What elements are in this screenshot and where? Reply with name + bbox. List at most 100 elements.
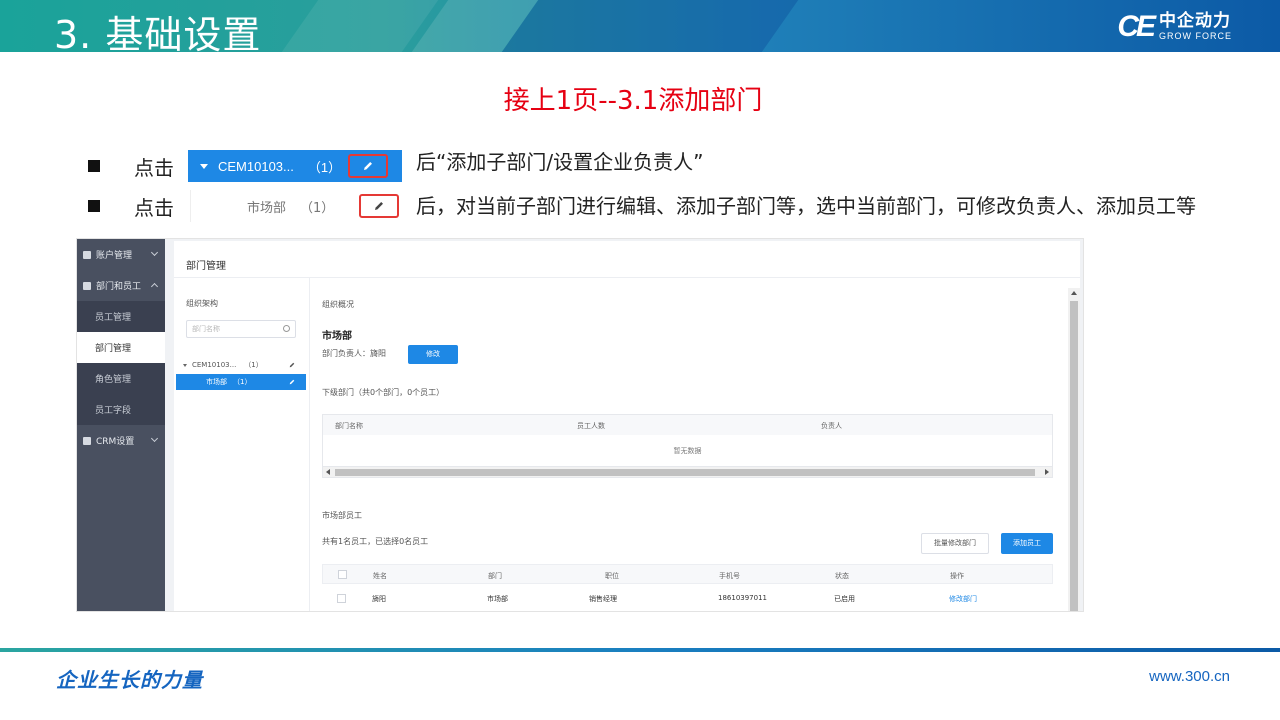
slide: 3. 基础设置 CE 中企动力 GROW FORCE 接上1页--3.1添加部门… xyxy=(0,0,1280,720)
scroll-thumb[interactable] xyxy=(1070,301,1078,611)
sidebar-item-role-management[interactable]: 角色管理 xyxy=(77,363,165,394)
sub-departments-table: 部门名称 员工人数 负责人 暂无数据 xyxy=(322,414,1053,478)
sidebar-item-label: CRM设置 xyxy=(96,437,135,447)
cell-position: 销售经理 xyxy=(589,595,617,603)
edit-head-button[interactable]: 修改 xyxy=(408,345,458,364)
cell-status: 已启用 xyxy=(834,595,855,603)
chevron-down-icon xyxy=(150,248,159,257)
bullet-tail: 后，对当前子部门进行编辑、添加子部门等，选中当前部门，可修改负责人、添加员工等 xyxy=(416,194,1196,218)
bullet-lead: 点击 xyxy=(134,155,174,180)
sidebar-item-accounts[interactable]: 账户管理 xyxy=(77,239,165,270)
snippet-label: 市场部 xyxy=(247,200,287,216)
sidebar-item-departments-staff[interactable]: 部门和员工 xyxy=(77,270,165,301)
footer-rule xyxy=(0,648,1280,652)
snippet-count: （1） xyxy=(307,159,342,175)
header-stripe xyxy=(281,0,439,52)
sidebar-item-crm-settings[interactable]: CRM设置 xyxy=(77,425,165,456)
horizontal-scrollbar[interactable] xyxy=(323,466,1052,477)
caret-down-icon xyxy=(200,163,208,169)
pencil-icon[interactable] xyxy=(288,361,296,369)
snippet-count: （1） xyxy=(300,200,335,216)
main-panel: 部门管理 组织架构 部门名称 CEM10103... （1） 市场部 （1） 组… xyxy=(174,241,1080,611)
search-placeholder: 部门名称 xyxy=(192,325,220,333)
tree-label: 组织架构 xyxy=(186,299,218,308)
column-header: 负责人 xyxy=(821,422,842,430)
column-header: 职位 xyxy=(605,572,619,580)
bullet-item: 点击 xyxy=(88,190,186,222)
bullet-marker xyxy=(88,160,100,172)
column-header: 手机号 xyxy=(719,572,740,580)
sidebar-item-label: 部门管理 xyxy=(95,344,132,354)
sidebar-item-label: 账户管理 xyxy=(96,251,133,261)
select-all-checkbox[interactable] xyxy=(338,570,347,579)
department-detail: 组织概况 市场部 部门负责人：旖阳 修改 下级部门（共0个部门，0个员工） 部门… xyxy=(311,278,1080,611)
column-header: 部门 xyxy=(488,572,502,580)
slide-subtitle: 接上1页--3.1添加部门 xyxy=(503,86,763,116)
logo-cn: 中企动力 xyxy=(1159,11,1231,31)
sidebar-item-staff-fields[interactable]: 员工字段 xyxy=(77,394,165,425)
tree-child-snippet: 市场部 （1） xyxy=(190,190,402,222)
department-name: 市场部 xyxy=(322,331,352,342)
department-search-input[interactable]: 部门名称 xyxy=(186,320,296,338)
table-header: 姓名 部门 职位 手机号 状态 操作 xyxy=(322,564,1053,584)
search-icon xyxy=(283,325,290,332)
pencil-icon xyxy=(364,162,372,170)
sidebar-item-label: 角色管理 xyxy=(95,375,132,385)
arrow-up-icon xyxy=(1071,291,1077,295)
app-screenshot: 账户管理 部门和员工 员工管理 部门管理 角色管理 员工字段 CRM设置 部门管… xyxy=(76,238,1084,612)
footer-url: www.300.cn xyxy=(1149,668,1230,685)
sidebar-item-label: 员工管理 xyxy=(95,313,132,323)
logo-text: 中企动力 GROW FORCE xyxy=(1159,13,1232,41)
column-header: 状态 xyxy=(835,572,849,580)
edit-highlight-box[interactable] xyxy=(359,194,399,218)
caret-down-icon xyxy=(183,363,187,367)
department-head: 部门负责人：旖阳 xyxy=(322,348,386,359)
column-header: 员工人数 xyxy=(577,422,605,430)
company-logo: CE 中企动力 GROW FORCE xyxy=(1117,10,1232,44)
column-header: 操作 xyxy=(950,572,964,580)
slide-title: 3. 基础设置 xyxy=(54,13,262,52)
sidebar-item-label: 部门和员工 xyxy=(96,282,142,292)
sidebar-item-label: 员工字段 xyxy=(95,406,132,416)
chevron-up-icon xyxy=(150,282,159,291)
table-header: 部门名称 员工人数 负责人 xyxy=(323,415,1052,435)
sidebar-item-staff-management[interactable]: 员工管理 xyxy=(77,301,165,332)
tree-node-child[interactable]: 市场部 （1） xyxy=(176,374,306,390)
tree-node-count: （1） xyxy=(233,378,252,386)
bullet-lead: 点击 xyxy=(134,195,174,220)
tree-node-label: CEM10103... xyxy=(192,361,237,369)
change-department-link[interactable]: 修改部门 xyxy=(949,594,977,604)
header-stripe xyxy=(501,0,799,52)
grid-icon xyxy=(83,436,91,445)
logo-mark: CE xyxy=(1117,10,1156,43)
vertical-scrollbar[interactable] xyxy=(1068,288,1080,611)
department-head-label: 部门负责人： xyxy=(322,349,370,358)
sidebar: 账户管理 部门和员工 员工管理 部门管理 角色管理 员工字段 CRM设置 xyxy=(77,239,165,611)
tree-node-count: （1） xyxy=(244,361,263,369)
row-checkbox[interactable] xyxy=(337,594,346,603)
sub-departments-title: 下级部门（共0个部门，0个员工） xyxy=(322,388,445,397)
empty-state: 暂无数据 xyxy=(673,447,702,455)
pencil-icon[interactable] xyxy=(288,378,296,386)
chevron-down-icon xyxy=(150,434,159,443)
bullet-marker xyxy=(88,200,100,212)
department-head-name: 旖阳 xyxy=(370,349,386,358)
scroll-thumb[interactable] xyxy=(335,469,1035,476)
tree-node-root[interactable]: CEM10103... （1） xyxy=(176,358,306,372)
overview-label: 组织概况 xyxy=(322,300,354,309)
panel-title: 部门管理 xyxy=(186,261,226,272)
add-employee-button[interactable]: 添加员工 xyxy=(1001,533,1053,554)
arrow-left-icon xyxy=(326,469,330,475)
column-header: 姓名 xyxy=(373,572,387,580)
bullet-item: 点击 xyxy=(88,150,186,182)
cell-name: 旖阳 xyxy=(372,595,386,603)
snippet-label: CEM10103... xyxy=(218,158,294,174)
arrow-right-icon xyxy=(1045,469,1049,475)
header-banner: 3. 基础设置 CE 中企动力 GROW FORCE xyxy=(0,0,1280,52)
column-header: 部门名称 xyxy=(335,422,363,430)
batch-change-department-button[interactable]: 批量修改部门 xyxy=(921,533,989,554)
edit-highlight-box[interactable] xyxy=(348,154,388,178)
user-icon xyxy=(83,281,91,290)
sidebar-item-department-management[interactable]: 部门管理 xyxy=(77,332,165,363)
employees-title: 市场部员工 xyxy=(322,511,362,520)
